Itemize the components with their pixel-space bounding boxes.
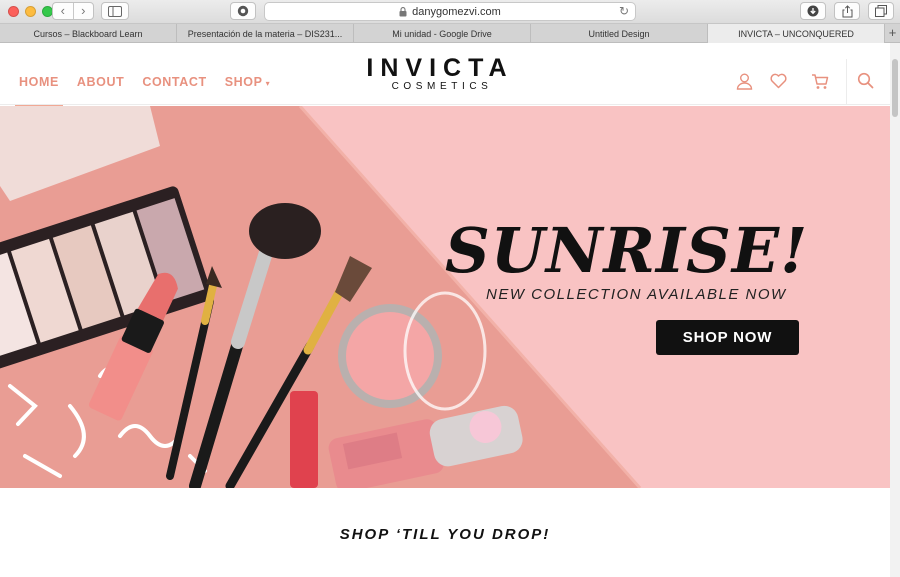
nav-contact-label: CONTACT [142, 75, 207, 89]
lock-icon [399, 6, 407, 16]
privacy-report-button[interactable] [230, 2, 256, 20]
tab-bar: Cursos – Blackboard Learn Presentación d… [0, 24, 900, 43]
shop-now-button[interactable]: SHOP NOW [656, 320, 799, 355]
shield-icon [237, 5, 249, 17]
section-title: SHOP ‘TILL YOU DROP! [339, 526, 551, 543]
scrollbar-thumb[interactable] [892, 59, 898, 117]
main-navigation: HOME ABOUT CONTACT SHOP ▾ [15, 75, 270, 108]
tab-overview-button[interactable] [868, 2, 894, 20]
search-icon[interactable] [857, 72, 874, 89]
history-navigation: ‹ › [52, 2, 94, 20]
hero-banner: SUNRISE! NEW COLLECTION AVAILABLE NOW SH… [0, 106, 890, 488]
user-icon[interactable] [736, 73, 753, 90]
new-tab-button[interactable]: + [885, 24, 900, 42]
site-logo[interactable]: INVICTA COSMETICS [355, 55, 525, 92]
heart-icon[interactable] [770, 73, 787, 89]
share-icon [842, 4, 852, 17]
logo-wordmark: INVICTA [366, 54, 514, 82]
minimize-window-button[interactable] [25, 6, 36, 17]
logo-tagline: COSMETICS [391, 81, 493, 92]
tab-presentacion[interactable]: Presentación de la materia – DIS231... [177, 24, 354, 43]
share-button[interactable] [834, 2, 860, 20]
browser-toolbar: ‹ › danygomezvi.com ↻ [0, 0, 900, 24]
tab-invicta[interactable]: INVICTA – UNCONQUERED [708, 24, 885, 43]
reload-icon[interactable]: ↻ [619, 4, 629, 18]
window-controls [8, 6, 53, 17]
nav-about-label: ABOUT [76, 75, 125, 89]
address-bar[interactable]: danygomezvi.com ↻ [264, 2, 636, 21]
nav-contact[interactable]: CONTACT [142, 75, 206, 108]
chevron-down-icon: ▾ [265, 79, 271, 88]
tab-google-drive[interactable]: Mi unidad - Google Drive [354, 24, 531, 43]
url-text: danygomezvi.com [412, 5, 501, 18]
page-scrollbar[interactable] [890, 43, 900, 577]
downloads-button[interactable] [800, 2, 826, 20]
nav-shop-label: SHOP [224, 75, 263, 89]
nav-shop[interactable]: SHOP ▾ [225, 75, 270, 108]
back-arrow-icon[interactable]: ‹ [53, 3, 73, 19]
sidebar-icon [108, 5, 122, 17]
tab-untitled-design[interactable]: Untitled Design [531, 24, 708, 43]
download-icon [807, 5, 819, 17]
tab-blackboard[interactable]: Cursos – Blackboard Learn [0, 24, 177, 43]
hero-subtitle: NEW COLLECTION AVAILABLE NOW [486, 286, 787, 303]
sidebar-toggle-button[interactable] [101, 2, 129, 20]
forward-arrow-icon[interactable]: › [72, 3, 94, 19]
nav-about[interactable]: ABOUT [77, 75, 124, 108]
site-header: HOME ABOUT CONTACT SHOP ▾ INVICTA COSMETI… [0, 43, 890, 108]
header-divider [846, 59, 847, 105]
tabs-icon [875, 5, 887, 17]
close-window-button[interactable] [8, 6, 19, 17]
cart-icon[interactable] [811, 73, 829, 90]
hero-title: SUNRISE! [445, 214, 809, 287]
nav-home-label: HOME [19, 75, 59, 89]
nav-home[interactable]: HOME [15, 75, 63, 108]
